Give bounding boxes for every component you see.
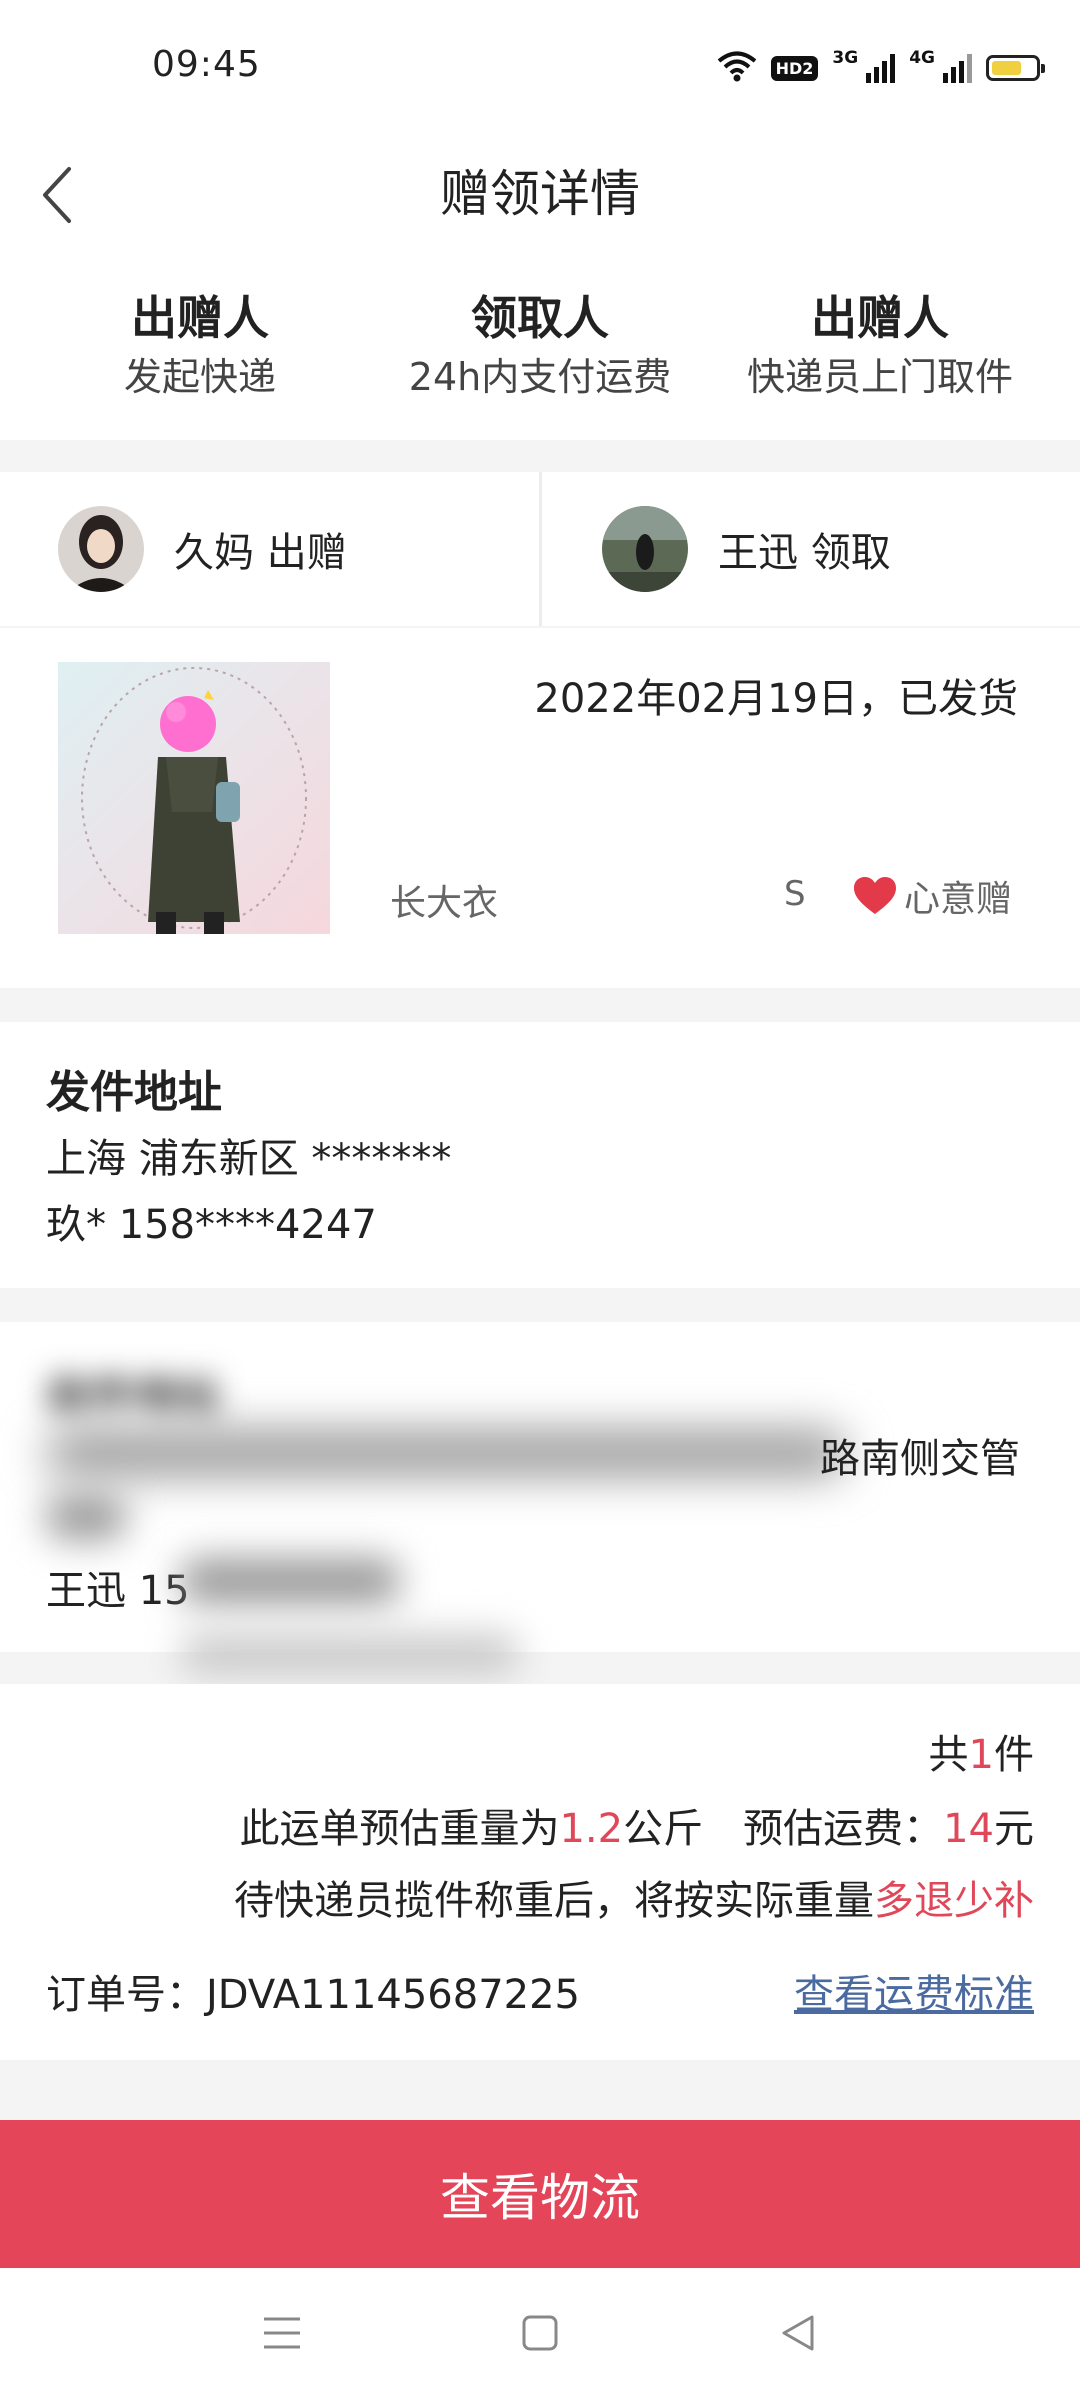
fee-unit: 元 bbox=[994, 1806, 1034, 1852]
receiver-address-title: 收件地址 bbox=[46, 1371, 222, 1422]
signal-4g-icon bbox=[943, 53, 972, 83]
step-desc: 24h内支付运费 bbox=[408, 355, 672, 399]
signal-3g-label: 3G bbox=[832, 48, 859, 68]
fee-prefix: 预估运费： bbox=[743, 1806, 944, 1852]
step-title: 出赠人 bbox=[131, 291, 269, 345]
sender-address-line: 上海 浦东新区 ******* bbox=[46, 1136, 452, 1182]
process-steps: 出赠人 发起快递 领取人 24h内支付运费 出赠人 快递员上门取件 bbox=[0, 260, 1080, 440]
status-icons: HD2 3G 4G bbox=[717, 46, 1045, 90]
giver-party[interactable]: 久妈 出赠 bbox=[58, 472, 597, 626]
menu-button[interactable] bbox=[242, 2298, 322, 2368]
ship-status: 2022年02月19日，已发货 bbox=[534, 676, 1018, 722]
fee-value: 14 bbox=[943, 1806, 994, 1852]
receiver-avatar bbox=[602, 506, 688, 592]
item-count: 共1件 bbox=[929, 1722, 1034, 1780]
count-value: 1 bbox=[968, 1732, 994, 1778]
blurred-redaction bbox=[180, 1558, 400, 1604]
note-prefix: 待快递员揽件称重后，将按实际重量 bbox=[234, 1878, 874, 1924]
giver-label: 久妈 出赠 bbox=[174, 530, 347, 576]
status-time: 09:45 bbox=[152, 44, 261, 85]
status-bar: 09:45 HD2 3G 4G bbox=[0, 0, 1080, 130]
weight-prefix: 此运单预估重量为 bbox=[239, 1806, 560, 1852]
item-name: 长大衣 bbox=[390, 883, 499, 924]
step-1: 出赠人 发起快递 bbox=[30, 290, 370, 404]
step-3: 出赠人 快递员上门取件 bbox=[710, 290, 1050, 404]
wifi-icon bbox=[717, 50, 757, 86]
hd-icon: HD2 bbox=[770, 55, 819, 81]
receiver-address-card: 收件地址 路南侧交管 王迅 15 bbox=[0, 1322, 1080, 1674]
battery-level bbox=[992, 61, 1022, 75]
step-desc: 快递员上门取件 bbox=[746, 355, 1013, 399]
item-photo[interactable] bbox=[58, 662, 330, 934]
receiver-contact: 王迅 15 bbox=[46, 1568, 190, 1614]
gift-type-label: 心意赠 bbox=[904, 879, 1013, 920]
item-size: S bbox=[784, 874, 806, 914]
back-nav-button[interactable] bbox=[758, 2298, 838, 2368]
count-suffix: 件 bbox=[994, 1732, 1034, 1778]
fee-standard-link[interactable]: 查看运费标准 bbox=[794, 1962, 1034, 2020]
item-card[interactable]: 2022年02月19日，已发货 长大衣 S 心意赠 bbox=[0, 628, 1080, 988]
blurred-redaction bbox=[46, 1430, 846, 1476]
step-title: 领取人 bbox=[471, 291, 609, 345]
sender-contact: 玖* 158****4247 bbox=[46, 1202, 377, 1248]
back-triangle-icon bbox=[782, 2315, 814, 2351]
step-2: 领取人 24h内支付运费 bbox=[370, 290, 710, 404]
home-square-icon bbox=[522, 2315, 558, 2351]
blurred-redaction bbox=[46, 1494, 126, 1540]
signal-3g-icon bbox=[866, 53, 896, 83]
weight-note: 待快递员揽件称重后，将按实际重量多退少补 bbox=[234, 1868, 1034, 1926]
home-button[interactable] bbox=[500, 2298, 580, 2368]
signal-4g-label: 4G bbox=[909, 48, 935, 68]
weight-unit: 公斤 bbox=[623, 1806, 704, 1852]
page-title: 赠领详情 bbox=[440, 165, 640, 223]
weight-value: 1.2 bbox=[559, 1806, 624, 1852]
view-logistics-button[interactable]: 查看物流 bbox=[0, 2120, 1080, 2268]
step-desc: 发起快递 bbox=[123, 355, 276, 399]
heart-icon bbox=[854, 877, 896, 914]
giver-avatar bbox=[58, 506, 144, 592]
shipping-fee-card: 共1件 此运单预估重量为1.2公斤 预估运费：14元 待快递员揽件称重后，将按实际… bbox=[0, 1684, 1080, 2060]
step-title: 出赠人 bbox=[811, 291, 949, 345]
menu-icon bbox=[264, 2317, 300, 2349]
receiver-party[interactable]: 王迅 领取 bbox=[602, 472, 1080, 626]
sender-address-card: 发件地址 上海 浦东新区 ******* 玖* 158****4247 bbox=[0, 1022, 1080, 1288]
gift-type: 心意赠 bbox=[852, 870, 1012, 922]
receiver-label: 王迅 领取 bbox=[718, 530, 891, 576]
blurred-redaction bbox=[180, 1634, 520, 1674]
system-nav-bar bbox=[0, 2268, 1080, 2400]
sender-address-title: 发件地址 bbox=[46, 1067, 222, 1118]
divider bbox=[539, 472, 542, 626]
battery-icon bbox=[986, 55, 1045, 81]
count-prefix: 共 bbox=[928, 1732, 969, 1778]
note-highlight: 多退少补 bbox=[874, 1878, 1034, 1924]
title-bar: 赠领详情 bbox=[0, 130, 1080, 260]
order-number: 订单号：JDVA11145687225 bbox=[46, 1972, 581, 2018]
receiver-address-line: 路南侧交管 bbox=[820, 1436, 1020, 1482]
weight-fee-line: 此运单预估重量为1.2公斤 预估运费：14元 bbox=[239, 1796, 1034, 1854]
